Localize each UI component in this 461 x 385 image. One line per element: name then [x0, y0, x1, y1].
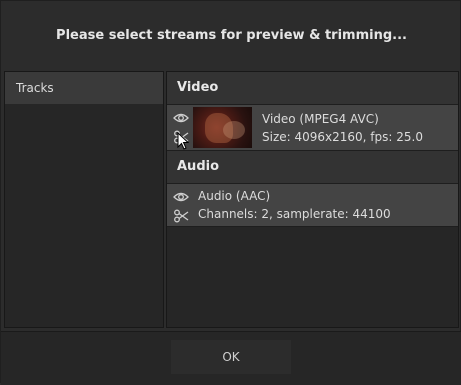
audio-stream-details: Channels: 2, samplerate: 44100 — [198, 207, 391, 221]
video-section-header: Video — [167, 72, 458, 104]
audio-stream-name: Audio (AAC) — [198, 189, 271, 203]
audio-stream-row[interactable]: Audio (AAC) Channels: 2, samplerate: 441… — [167, 183, 458, 227]
mouse-cursor-icon — [177, 132, 189, 150]
tracks-header[interactable]: Tracks — [5, 72, 163, 104]
stream-select-dialog: Please select streams for preview & trim… — [0, 0, 461, 385]
eye-icon[interactable] — [173, 111, 189, 125]
ok-button[interactable]: OK — [171, 340, 291, 374]
eye-icon[interactable] — [173, 190, 189, 204]
streams-panel: Video Video (MPEG4 AVC) Size: 4096x2160,… — [166, 71, 459, 328]
audio-stream-info: Audio (AAC) Channels: 2, samplerate: 441… — [198, 187, 391, 223]
dialog-title: Please select streams for preview & trim… — [56, 28, 407, 43]
scissors-icon[interactable] — [173, 209, 189, 223]
dialog-footer: OK — [1, 331, 461, 385]
video-stream-info: Video (MPEG4 AVC) Size: 4096x2160, fps: … — [262, 110, 423, 146]
video-stream-name: Video (MPEG4 AVC) — [262, 112, 379, 126]
video-thumbnail — [193, 107, 252, 148]
video-stream-row[interactable]: Video (MPEG4 AVC) Size: 4096x2160, fps: … — [167, 104, 458, 151]
audio-section-header: Audio — [167, 151, 458, 183]
audio-icon-column — [173, 190, 189, 228]
tracks-panel: Tracks — [4, 71, 164, 328]
video-stream-details: Size: 4096x2160, fps: 25.0 — [262, 130, 423, 144]
